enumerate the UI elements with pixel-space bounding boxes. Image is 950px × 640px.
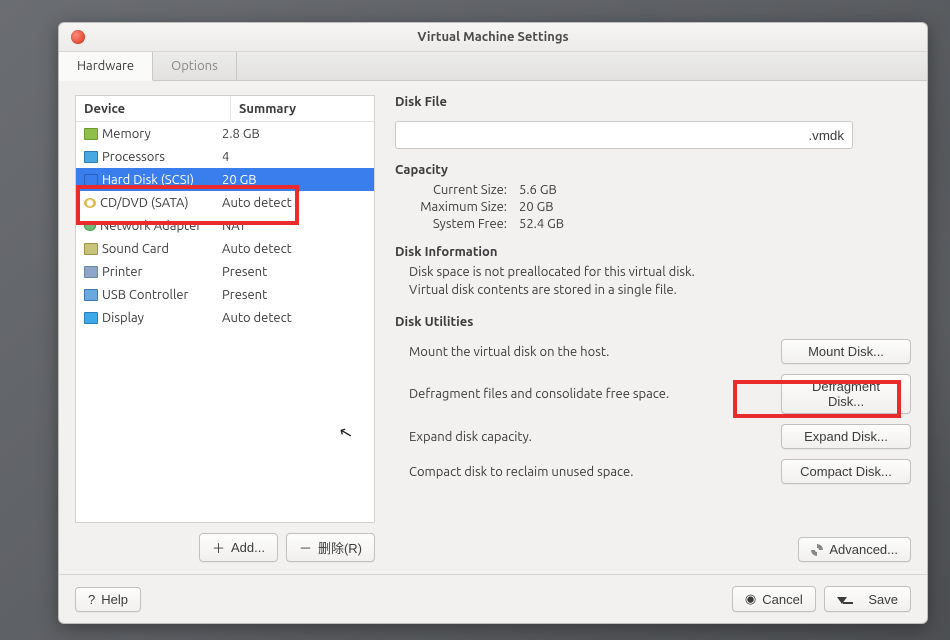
device-name: Sound Card: [102, 242, 169, 256]
plus-icon: ＋: [212, 538, 225, 557]
device-list: Device Summary Memory 2.8 GB Processors 4 Ha…: [75, 95, 375, 523]
disk-info-line2: Virtual disk contents are stored in a si…: [409, 283, 911, 297]
max-size-val: 20 GB: [519, 200, 629, 214]
device-icon: [84, 151, 98, 163]
disk-utilities: Mount the virtual disk on the host. Moun…: [395, 339, 911, 494]
device-name: USB Controller: [102, 288, 188, 302]
device-summary: NAT: [214, 219, 374, 233]
minus-icon: －: [299, 538, 312, 557]
device-row-cd-dvd-sata-[interactable]: CD/DVD (SATA) Auto detect: [76, 191, 374, 214]
dialog-footer: ? Help ◉ Cancel Save: [59, 574, 927, 623]
device-list-headers: Device Summary: [76, 96, 374, 122]
device-summary: Auto detect: [214, 242, 374, 256]
device-name: Display: [102, 311, 144, 325]
device-row-usb-controller[interactable]: USB Controller Present: [76, 283, 374, 306]
device-summary: Present: [214, 265, 374, 279]
device-name: Processors: [102, 150, 165, 164]
device-row-memory[interactable]: Memory 2.8 GB: [76, 122, 374, 145]
window-title: Virtual Machine Settings: [59, 30, 927, 44]
disk-info-label: Disk Information: [395, 245, 911, 259]
defragment-disk-button[interactable]: Defragment Disk...: [781, 374, 911, 414]
device-name: Hard Disk (SCSI): [102, 173, 194, 187]
capacity-label: Capacity: [395, 163, 911, 177]
gear-icon: [811, 544, 823, 556]
system-free-val: 52.4 GB: [519, 217, 629, 231]
defrag-desc: Defragment files and consolidate free sp…: [409, 387, 669, 401]
disk-utilities-label: Disk Utilities: [395, 315, 911, 329]
device-icon: [84, 243, 98, 255]
cancel-icon: ◉: [745, 591, 756, 607]
col-header-summary: Summary: [231, 96, 374, 121]
expand-desc: Expand disk capacity.: [409, 430, 532, 444]
disk-info-line1: Disk space is not preallocated for this …: [409, 265, 911, 279]
disk-file-label: Disk File: [395, 95, 911, 109]
save-label: Save: [868, 592, 898, 607]
device-name: Memory: [102, 127, 151, 141]
titlebar: Virtual Machine Settings: [59, 23, 927, 52]
remove-device-button[interactable]: － 删除(R): [286, 533, 375, 562]
max-size-key: Maximum Size:: [409, 200, 519, 214]
cancel-label: Cancel: [762, 592, 802, 607]
settings-dialog: Virtual Machine Settings Hardware Option…: [58, 22, 928, 624]
mount-desc: Mount the virtual disk on the host.: [409, 345, 609, 359]
compact-disk-button[interactable]: Compact Disk...: [781, 459, 911, 484]
device-name: CD/DVD (SATA): [100, 196, 189, 210]
left-pane: Device Summary Memory 2.8 GB Processors 4 Ha…: [75, 95, 375, 562]
device-row-processors[interactable]: Processors 4: [76, 145, 374, 168]
expand-disk-button[interactable]: Expand Disk...: [781, 424, 911, 449]
device-name: Network Adapter: [100, 219, 201, 233]
device-icon: [84, 289, 98, 301]
device-row-printer[interactable]: Printer Present: [76, 260, 374, 283]
right-pane: Disk File Capacity Current Size: 5.6 GB …: [395, 95, 911, 562]
mouse-cursor-icon: ↖: [337, 422, 355, 444]
device-summary: Auto detect: [214, 311, 374, 325]
col-header-device: Device: [76, 96, 231, 121]
device-icon: [84, 198, 96, 208]
device-icon: [84, 174, 98, 186]
device-row-network-adapter[interactable]: Network Adapter NAT: [76, 214, 374, 237]
device-row-sound-card[interactable]: Sound Card Auto detect: [76, 237, 374, 260]
help-button[interactable]: ? Help: [75, 587, 141, 612]
disk-file-input[interactable]: [395, 121, 853, 149]
current-size-val: 5.6 GB: [519, 183, 629, 197]
device-summary: Present: [214, 288, 374, 302]
system-free-key: System Free:: [409, 217, 519, 231]
device-icon: [84, 266, 98, 278]
add-device-button[interactable]: ＋ Add...: [199, 533, 278, 562]
device-summary: 20 GB: [214, 173, 374, 187]
device-icon: [84, 312, 98, 324]
tab-bar: Hardware Options: [59, 52, 927, 81]
device-summary: Auto detect: [214, 196, 374, 210]
tab-hardware[interactable]: Hardware: [59, 52, 153, 81]
save-button[interactable]: Save: [824, 586, 911, 612]
device-row-hard-disk-scsi-[interactable]: Hard Disk (SCSI) 20 GB: [76, 168, 374, 191]
disk-info-lines: Disk space is not preallocated for this …: [409, 265, 911, 301]
device-summary: 4: [214, 150, 374, 164]
cancel-button[interactable]: ◉ Cancel: [732, 586, 816, 612]
device-name: Printer: [102, 265, 142, 279]
dialog-body: Device Summary Memory 2.8 GB Processors 4 Ha…: [59, 81, 927, 574]
capacity-grid: Current Size: 5.6 GB Maximum Size: 20 GB…: [409, 183, 629, 231]
tab-options[interactable]: Options: [153, 52, 237, 80]
compact-desc: Compact disk to reclaim unused space.: [409, 465, 633, 479]
add-device-label: Add...: [231, 540, 265, 555]
remove-device-label: 删除(R): [318, 538, 362, 557]
device-summary: 2.8 GB: [214, 127, 374, 141]
help-icon: ?: [88, 592, 95, 607]
current-size-key: Current Size:: [409, 183, 519, 197]
device-list-buttons: ＋ Add... － 删除(R): [75, 533, 375, 562]
device-icon: [84, 128, 98, 140]
advanced-label: Advanced...: [829, 542, 898, 557]
help-label: Help: [101, 592, 128, 607]
mount-disk-button[interactable]: Mount Disk...: [781, 339, 911, 364]
device-row-display[interactable]: Display Auto detect: [76, 306, 374, 329]
device-icon: [84, 221, 96, 231]
advanced-button[interactable]: Advanced...: [798, 537, 911, 562]
